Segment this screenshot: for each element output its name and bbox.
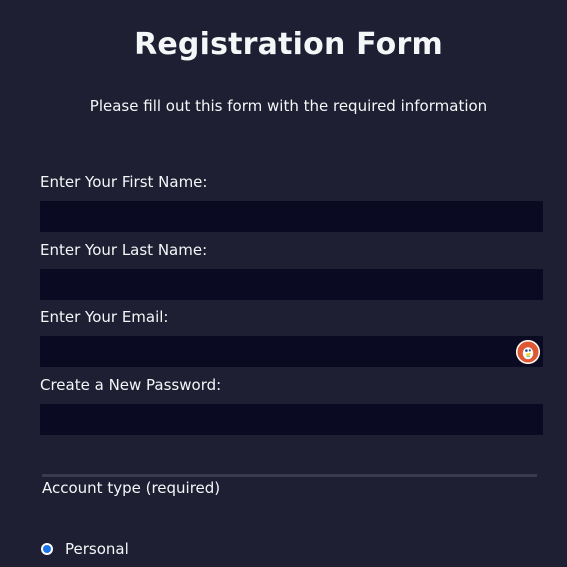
fieldset-divider (42, 474, 537, 477)
first-name-input[interactable] (40, 201, 543, 232)
page-subtitle: Please fill out this form with the requi… (89, 97, 488, 115)
password-label: Create a New Password: (40, 376, 222, 394)
page-title: Registration Form (134, 27, 443, 62)
email-label: Enter Your Email: (40, 308, 169, 326)
email-input[interactable] (40, 336, 543, 367)
account-type-legend: Account type (required) (42, 479, 221, 497)
personal-radio-label: Personal (65, 540, 129, 558)
password-input[interactable] (40, 404, 543, 435)
last-name-label: Enter Your Last Name: (40, 241, 208, 259)
duck-icon (522, 347, 534, 360)
last-name-input[interactable] (40, 269, 543, 300)
personal-radio[interactable] (41, 543, 53, 555)
first-name-label: Enter Your First Name: (40, 173, 208, 191)
duckduckgo-autofill-icon[interactable] (516, 340, 540, 364)
account-type-personal-option[interactable]: Personal (41, 540, 129, 558)
